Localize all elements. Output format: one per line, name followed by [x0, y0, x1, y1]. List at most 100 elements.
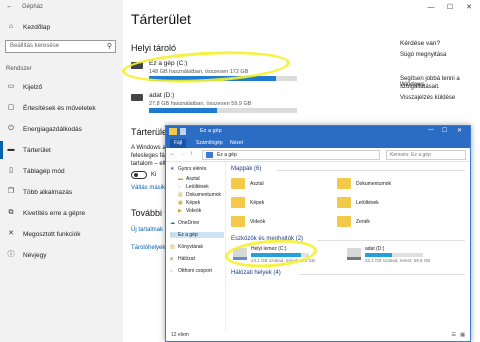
display-icon: ▭ — [7, 83, 15, 90]
folder-label: Dokumentumok — [356, 181, 392, 187]
tree-item-label: Képek — [186, 200, 201, 206]
folder-label: Képek — [250, 200, 265, 206]
forward-arrow-icon[interactable]: → — [180, 151, 186, 157]
homegroup-icon: ⌂ — [170, 268, 174, 275]
folder-item[interactable]: Képek — [231, 197, 281, 211]
computer-icon — [206, 152, 213, 158]
up-arrow-icon[interactable]: ↑ — [190, 151, 193, 157]
tree-item-10[interactable]: ⌂ Otthoni csoport — [170, 268, 212, 274]
network-heading[interactable]: Hálózati helyek (4) — [231, 270, 281, 276]
tab-computer[interactable]: Számítógép — [192, 139, 227, 148]
network-icon: ⧈ — [170, 256, 174, 263]
sidebar-item-6[interactable]: ⧉ Kivetítés erre a gépre — [0, 204, 123, 222]
back-arrow-icon[interactable]: ← — [170, 151, 176, 157]
info-icon: ⓘ — [7, 251, 15, 258]
section-label: Rendszer — [6, 66, 32, 72]
sidebar-item-label: Kijelző — [23, 83, 43, 91]
tree-item-8[interactable]: ▥ Könyvtárak — [170, 244, 203, 250]
devices-divider — [317, 240, 465, 241]
tab-view[interactable]: Nézet — [226, 139, 247, 148]
tree-item-label: Otthoni csoport — [178, 268, 212, 274]
sidebar-item-7[interactable]: ✕ Megosztott funkciók — [0, 225, 123, 243]
sidebar-item-2[interactable]: ⏻ Energiagazdálkodás — [0, 120, 123, 138]
tree-item-label: Hálózat — [178, 256, 195, 262]
tree-item-5[interactable]: ▶ Videók — [178, 208, 201, 214]
tab-file[interactable]: Fájl — [170, 139, 187, 148]
explorer-app-icon — [169, 128, 177, 135]
tree-item-9[interactable]: ⧈ Hálózat — [170, 256, 195, 262]
sidebar-item-8[interactable]: ⓘ Névjegy — [0, 246, 123, 264]
library-icon: ▥ — [170, 244, 175, 251]
tree-item-3[interactable]: ▤ Dokumentumok — [178, 192, 221, 198]
folder-icon — [231, 178, 245, 189]
home-nav-item[interactable]: ⌂ Kezdőlap — [0, 18, 123, 36]
tree-item-label: Gyors elérés — [178, 166, 207, 172]
document-icon: ▤ — [178, 192, 183, 199]
settings-search-input[interactable]: Beállítás keresése ⚲ — [5, 40, 116, 53]
drive-d-name[interactable]: adat (D:) — [149, 92, 174, 99]
content-pane: Mappák (6) Asztal Dokumentumok Képek Letölt… — [224, 162, 470, 332]
tree-item-label: Könyvtárak — [178, 244, 204, 250]
folders-divider — [277, 170, 465, 171]
folder-item[interactable]: Zenék — [337, 216, 387, 230]
navigation-pane: ★ Gyors elérés ▬ Asztal ↓ Letöltések ▤ Dokument… — [166, 162, 226, 332]
folder-label: Videók — [250, 219, 266, 225]
close-button[interactable]: ✕ — [462, 2, 476, 14]
folder-item[interactable]: Asztal — [231, 178, 281, 192]
storage-sense-toggle[interactable] — [131, 171, 147, 179]
breadcrumb: Ez a gép — [217, 152, 237, 158]
star-icon: ★ — [170, 166, 175, 173]
folder-icon — [231, 197, 245, 208]
folder-item[interactable]: Letöltések — [337, 197, 387, 211]
details-view-icon[interactable]: ☰ — [452, 332, 456, 338]
home-label: Kezdőlap — [23, 23, 51, 31]
network-heading-text: Hálózati helyek (4) — [231, 270, 281, 276]
storage-sense-text-1: A Windows au — [131, 145, 170, 151]
minimize-button[interactable]: — — [424, 2, 438, 14]
video-icon: ▶ — [178, 208, 182, 215]
tree-item-label: OneDrive — [178, 220, 200, 226]
disk-d-name[interactable]: adat (D:) — [365, 246, 384, 252]
tree-item-7[interactable]: ▭ Ez a gép — [170, 232, 224, 238]
explorer-close-button[interactable]: ✕ — [457, 127, 462, 134]
tree-item-4[interactable]: ▣ Képek — [178, 200, 200, 206]
folders-heading-text: Mappák (6) — [231, 166, 262, 172]
sidebar-item-4[interactable]: ▯ Táblagép mód — [0, 162, 123, 180]
file-explorer-window: Ez a gép — ☐ ✕ Fájl Számítógép Nézet ← →… — [165, 125, 471, 342]
sidebar-item-label: Tárterület — [23, 146, 51, 154]
project-icon: ⧉ — [8, 209, 14, 216]
sidebar-item-3[interactable]: ▬ Tárterület — [0, 141, 123, 159]
sidebar-item-label: Megosztott funkciók — [23, 230, 81, 238]
tree-item-2[interactable]: ↓ Letöltések — [178, 184, 209, 190]
disk-d-bar-fill — [365, 253, 392, 257]
quick-access-toolbar-icon[interactable] — [180, 128, 186, 135]
disk-d-bar — [365, 253, 423, 257]
folders-heading[interactable]: Mappák (6) — [231, 166, 261, 172]
tree-item-0[interactable]: ★ Gyors elérés — [170, 166, 206, 172]
tree-item-label: Letöltések — [186, 184, 209, 190]
sidebar-item-1[interactable]: ▢ Értesítések és műveletek — [0, 99, 123, 117]
drive-d-usage: 27,8 GB használatban, összesen 59,9 GB — [149, 101, 252, 107]
help-link[interactable]: Súgó megnyitása — [400, 52, 446, 58]
folder-item[interactable]: Dokumentumok — [337, 178, 391, 192]
explorer-maximize-button[interactable]: ☐ — [442, 127, 447, 134]
local-storage-heading: Helyi tároló — [131, 43, 177, 53]
feedback-link[interactable]: Visszajelzés küldése — [400, 95, 455, 101]
back-icon[interactable]: ← — [6, 3, 13, 10]
sidebar-item-0[interactable]: ▭ Kijelző — [0, 78, 123, 96]
tree-item-6[interactable]: ☁ OneDrive — [170, 220, 199, 226]
explorer-minimize-button[interactable]: — — [428, 127, 434, 133]
address-input[interactable]: Ez a gép — [202, 150, 380, 160]
sidebar-item-label: Névjegy — [23, 251, 47, 259]
folder-item[interactable]: Videók — [231, 216, 281, 230]
toggle-label: Ki — [151, 172, 157, 178]
storage-sense-text-3: tartalom – elt — [131, 161, 166, 167]
explorer-search-input[interactable]: Keresés: Ez a gép — [386, 150, 466, 160]
title-bar: ← Gépház — ☐ ✕ — [0, 0, 480, 16]
tree-item-1[interactable]: ▬ Asztal — [178, 176, 200, 182]
folder-label: Letöltések — [356, 200, 379, 206]
sidebar-item-5[interactable]: ❐ Több alkalmazás — [0, 183, 123, 201]
improve-text-2: szolgáltatásait. — [400, 84, 440, 90]
tiles-view-icon[interactable]: ▦ — [460, 332, 465, 338]
maximize-button[interactable]: ☐ — [443, 2, 457, 14]
